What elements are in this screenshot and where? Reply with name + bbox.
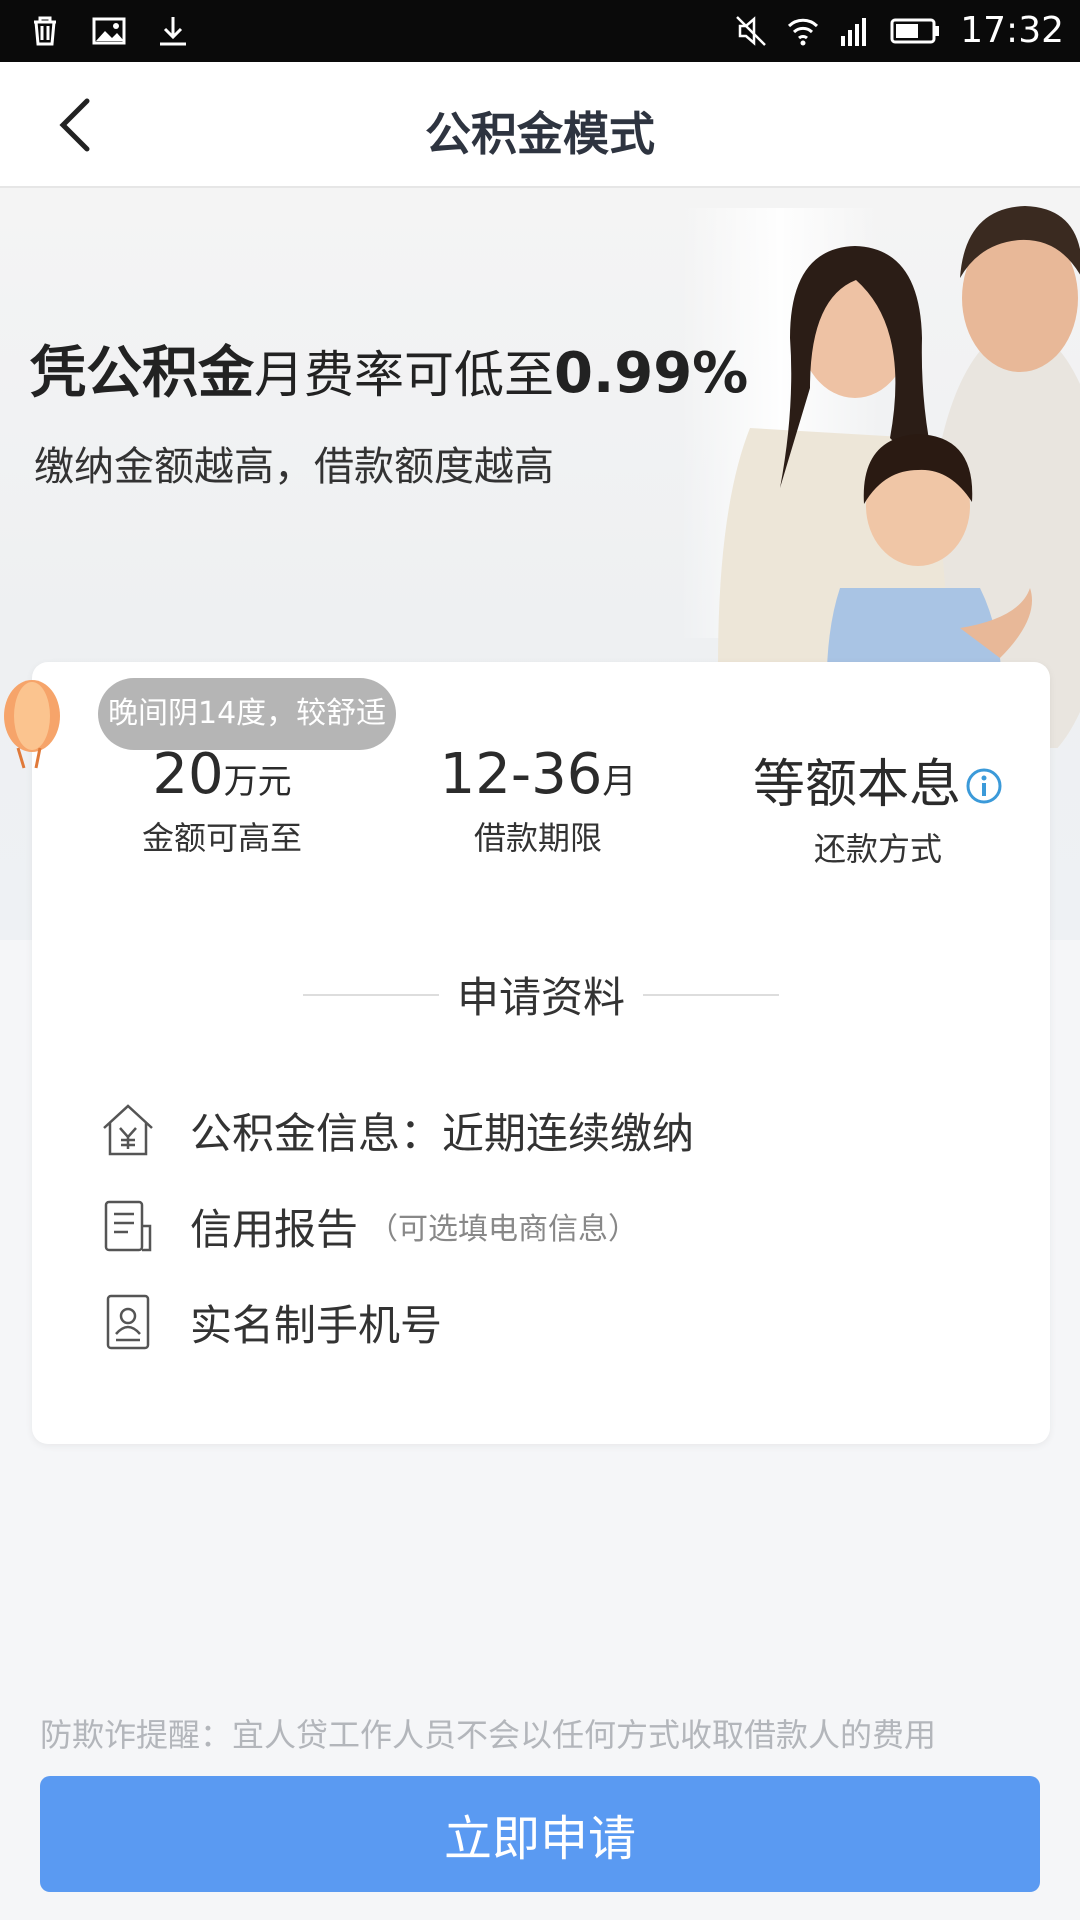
status-time: 17:32 [960,10,1064,51]
apply-button[interactable]: 立即申请 [40,1776,1040,1892]
wifi-icon [788,18,819,45]
stat-amount-unit: 万元 [223,762,292,802]
headline-mid: 月费率可低至 [254,346,554,404]
battery-icon [890,18,940,43]
image-icon [92,17,126,45]
stat-term-unit: 月 [602,762,637,802]
stat-amount-value: 20 [152,742,224,807]
stat-term-label: 借款期限 [473,819,602,857]
requirement-item-fund: 公积金信息：近期连续缴纳 [98,1082,998,1178]
weather-bubble[interactable]: 晚间阴14度，较舒适 [98,678,397,750]
stat-repayment: 等额本息 还款方式 [718,742,1038,870]
requirements-list: 公积金信息：近期连续缴纳 信用报告 （可选填电商信息） 实名制手机号 [98,1082,998,1370]
lantern-icon [4,680,60,769]
status-bar: 17:32 [0,0,1080,62]
divider-line-left [302,993,439,996]
divider-line-right [643,993,779,996]
requirement-item-credit: 信用报告 （可选填电商信息） [98,1178,998,1274]
info-icon[interactable] [965,758,1003,818]
loan-info-card: 20万元 金额可高至 12-36月 借款期限 等额本息 还款方式 申请资料 公积… [32,662,1050,1444]
stat-term-value: 12-36 [439,742,603,807]
stat-repayment-value: 等额本息 [752,755,961,815]
requirement-text: 公积金信息：近期连续缴纳 [190,1108,695,1158]
requirement-item-phone: 实名制手机号 [98,1274,998,1370]
id-phone-icon [106,1294,150,1350]
stat-repayment-label: 还款方式 [813,830,942,868]
requirement-text: 信用报告 [190,1204,359,1254]
fraud-notice: 防欺诈提醒：宜人贷工作人员不会以任何方式收取借款人的费用 [40,1716,937,1754]
page-title: 公积金模式 [425,107,655,161]
mute-icon [736,15,767,46]
banner-subline: 缴纳金额越高，借款额度越高 [34,444,554,490]
stat-amount: 20万元 金额可高至 [62,742,382,859]
trash-icon [34,16,56,46]
stat-amount-label: 金额可高至 [141,819,302,857]
stat-term: 12-36月 借款期限 [378,742,698,859]
signal-icon [841,17,867,46]
requirement-note: （可选填电商信息） [368,1212,639,1247]
requirements-title: 申请资料 [456,973,625,1022]
download-icon [160,17,186,46]
requirements-heading: 申请资料 [32,964,1050,1025]
headline-strong-1: 凭公积金 [30,341,254,406]
nav-header: 公积金模式 [0,62,1080,188]
house-yuan-icon [103,1104,153,1156]
requirement-text: 实名制手机号 [190,1300,443,1350]
loan-stats: 20万元 金额可高至 12-36月 借款期限 等额本息 还款方式 [32,742,1050,868]
document-icon [104,1200,152,1252]
